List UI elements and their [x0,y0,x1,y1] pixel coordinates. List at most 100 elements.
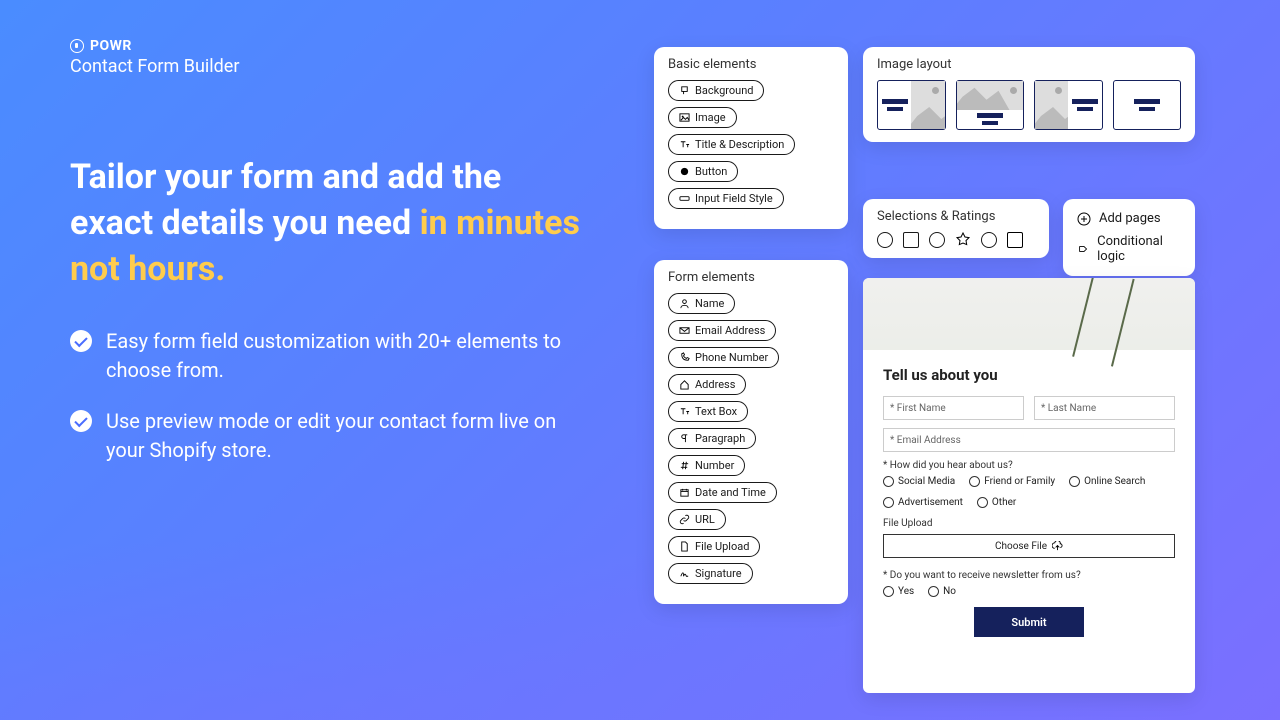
radio-label: Other [992,497,1016,508]
pill-label: Title & Description [695,138,784,151]
element-image[interactable]: Image [668,107,737,128]
element-background[interactable]: Background [668,80,764,101]
check-icon [70,410,92,432]
form-elements-card: Form elements Name Email Address Phone N… [654,260,848,604]
card-title: Image layout [877,57,1181,72]
newsletter-label: * Do you want to receive newsletter from… [883,570,1175,581]
card-title: Basic elements [668,57,834,72]
radio-ad[interactable]: Advertisement [883,497,963,508]
pill-label: Number [695,459,734,472]
pill-label: Background [695,84,753,97]
element-datetime[interactable]: Date and Time [668,482,777,503]
element-textbox[interactable]: Text Box [668,401,748,422]
signature-icon [679,568,690,579]
layout-image-left[interactable] [1034,80,1103,130]
basic-elements-card: Basic elements Background Image Title & … [654,47,848,229]
radio-search[interactable]: Online Search [1069,476,1145,487]
pill-label: Image [695,111,726,124]
pill-label: Paragraph [695,432,745,445]
star-icon[interactable] [955,232,971,248]
radio-label: No [943,586,956,597]
image-icon [679,112,690,123]
pill-label: Input Field Style [695,192,773,205]
radio-label: Yes [898,586,914,597]
file-label: File Upload [883,518,1175,529]
quick-actions-card: Add pages Conditional logic [1063,199,1195,276]
email-input[interactable]: * Email Address [883,428,1175,452]
element-url[interactable]: URL [668,509,726,530]
bullet-text: Use preview mode or edit your contact fo… [106,407,580,465]
element-title[interactable]: Title & Description [668,134,795,155]
smile-icon[interactable] [981,232,997,248]
card-title: Selections & Ratings [877,209,1035,224]
text-icon [679,139,690,150]
element-input-style[interactable]: Input Field Style [668,188,784,209]
link-icon [679,514,690,525]
element-file[interactable]: File Upload [668,536,760,557]
layout-text-only[interactable] [1113,80,1182,130]
radio-label: Social Media [898,476,955,487]
pill-label: Address [695,378,735,391]
paragraph-icon [679,433,690,444]
radio-label: Online Search [1084,476,1145,487]
mail-icon [679,325,690,336]
first-name-input[interactable]: * First Name [883,396,1024,420]
add-pages[interactable]: Add pages [1077,211,1181,226]
form-preview: Tell us about you * First Name * Last Na… [863,278,1195,693]
home-icon [679,379,690,390]
upload-icon [1052,541,1063,552]
input-icon [679,193,690,204]
element-signature[interactable]: Signature [668,563,753,584]
headline: Tailor your form and add the exact detai… [70,155,580,293]
image-rate-icon[interactable] [1007,232,1023,248]
element-button[interactable]: Button [668,161,738,182]
preview-title: Tell us about you [883,366,1175,384]
hear-label: * How did you hear about us? [883,460,1175,471]
brand: POWR [70,38,580,54]
radio-friend[interactable]: Friend or Family [969,476,1055,487]
brand-name: POWR [90,38,132,54]
calendar-icon [679,487,690,498]
pill-label: URL [695,513,715,526]
file-icon [679,541,690,552]
conditional-label: Conditional logic [1097,234,1181,264]
pill-label: Name [695,297,724,310]
radio-social[interactable]: Social Media [883,476,955,487]
check-icon [70,330,92,352]
pill-label: Signature [695,567,742,580]
element-address[interactable]: Address [668,374,746,395]
submit-button[interactable]: Submit [974,607,1084,637]
radio-no[interactable]: No [928,586,956,597]
layout-image-top[interactable] [956,80,1025,130]
selections-ratings-card: Selections & Ratings [863,199,1049,258]
element-phone[interactable]: Phone Number [668,347,779,368]
check-circle-icon[interactable] [929,232,945,248]
preview-hero-image [863,278,1195,350]
brand-icon [70,39,84,53]
card-title: Form elements [668,270,834,285]
choose-file-button[interactable]: Choose File [883,534,1175,558]
bullet-item: Easy form field customization with 20+ e… [70,327,580,385]
checkbox-icon[interactable] [903,232,919,248]
element-paragraph[interactable]: Paragraph [668,428,756,449]
radio-label: Friend or Family [984,476,1055,487]
image-layout-card: Image layout [863,47,1195,142]
bullet-item: Use preview mode or edit your contact fo… [70,407,580,465]
pill-label: Date and Time [695,486,766,499]
element-email[interactable]: Email Address [668,320,776,341]
pill-label: Email Address [695,324,765,337]
bullet-text: Easy form field customization with 20+ e… [106,327,580,385]
choose-file-label: Choose File [995,541,1047,552]
radio-label: Advertisement [898,497,963,508]
radio-other[interactable]: Other [977,497,1016,508]
radio-yes[interactable]: Yes [883,586,914,597]
element-name[interactable]: Name [668,293,735,314]
user-icon [679,298,690,309]
element-number[interactable]: Number [668,455,745,476]
layout-text-left[interactable] [877,80,946,130]
pill-label: Text Box [695,405,737,418]
paint-icon [679,85,690,96]
last-name-input[interactable]: * Last Name [1034,396,1175,420]
conditional-logic[interactable]: Conditional logic [1077,234,1181,264]
radio-icon[interactable] [877,232,893,248]
